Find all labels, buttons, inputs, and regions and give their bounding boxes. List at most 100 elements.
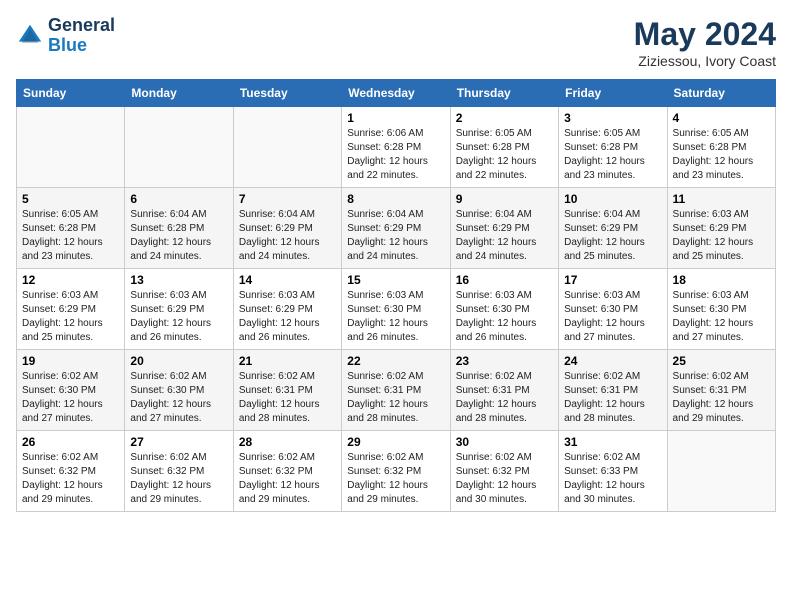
calendar-cell: 5 Sunrise: 6:05 AM Sunset: 6:28 PM Daylig… [17, 188, 125, 269]
day-info: Sunrise: 6:02 AM Sunset: 6:31 PM Dayligh… [564, 370, 661, 426]
day-number: 11 [673, 192, 770, 206]
calendar-cell: 17Sunrise: 6:03 AM Sunset: 6:30 PM Dayli… [559, 269, 667, 350]
calendar-body: 1 Sunrise: 6:06 AM Sunset: 6:28 PM Daylig… [17, 107, 776, 512]
weekday-monday: Monday [125, 80, 233, 107]
day-info: Sunrise: 6:04 AM Sunset: 6:29 PM Dayligh… [239, 208, 336, 264]
day-number: 1 [347, 111, 444, 125]
calendar-week-3: 12 Sunrise: 6:03 AM Sunset: 6:29 PM Dayli… [17, 269, 776, 350]
logo-icon [16, 22, 44, 50]
day-number: 16 [456, 273, 553, 287]
calendar-week-5: 26Sunrise: 6:02 AM Sunset: 6:32 PM Dayli… [17, 431, 776, 512]
day-info: Sunrise: 6:04 AM Sunset: 6:29 PM Dayligh… [456, 208, 553, 264]
day-info: Sunrise: 6:03 AM Sunset: 6:29 PM Dayligh… [130, 289, 227, 345]
calendar-cell: 19 Sunrise: 6:02 AM Sunset: 6:30 PM Dayli… [17, 350, 125, 431]
calendar-cell: 1 Sunrise: 6:06 AM Sunset: 6:28 PM Daylig… [342, 107, 450, 188]
calendar-cell: 26Sunrise: 6:02 AM Sunset: 6:32 PM Dayli… [17, 431, 125, 512]
calendar-cell: 11 Sunrise: 6:03 AM Sunset: 6:29 PM Dayli… [667, 188, 775, 269]
day-number: 28 [239, 435, 336, 449]
day-info: Sunrise: 6:03 AM Sunset: 6:30 PM Dayligh… [564, 289, 661, 345]
day-number: 13 [130, 273, 227, 287]
day-info: Sunrise: 6:02 AM Sunset: 6:31 PM Dayligh… [239, 370, 336, 426]
calendar-cell [17, 107, 125, 188]
calendar-week-1: 1 Sunrise: 6:06 AM Sunset: 6:28 PM Daylig… [17, 107, 776, 188]
day-info: Sunrise: 6:03 AM Sunset: 6:29 PM Dayligh… [673, 208, 770, 264]
calendar-cell: 12 Sunrise: 6:03 AM Sunset: 6:29 PM Dayli… [17, 269, 125, 350]
weekday-thursday: Thursday [450, 80, 558, 107]
weekday-tuesday: Tuesday [233, 80, 341, 107]
calendar-table: SundayMondayTuesdayWednesdayThursdayFrid… [16, 79, 776, 512]
calendar-cell: 16 Sunrise: 6:03 AM Sunset: 6:30 PM Dayli… [450, 269, 558, 350]
calendar-cell: 2 Sunrise: 6:05 AM Sunset: 6:28 PM Daylig… [450, 107, 558, 188]
calendar-cell: 15Sunrise: 6:03 AM Sunset: 6:30 PM Dayli… [342, 269, 450, 350]
day-info: Sunrise: 6:03 AM Sunset: 6:30 PM Dayligh… [456, 289, 553, 345]
day-number: 8 [347, 192, 444, 206]
day-number: 19 [22, 354, 119, 368]
day-number: 7 [239, 192, 336, 206]
day-info: Sunrise: 6:06 AM Sunset: 6:28 PM Dayligh… [347, 127, 444, 183]
day-number: 18 [673, 273, 770, 287]
day-number: 31 [564, 435, 661, 449]
calendar-cell: 24 Sunrise: 6:02 AM Sunset: 6:31 PM Dayli… [559, 350, 667, 431]
calendar-cell [667, 431, 775, 512]
day-number: 27 [130, 435, 227, 449]
day-info: Sunrise: 6:02 AM Sunset: 6:32 PM Dayligh… [239, 451, 336, 507]
day-info: Sunrise: 6:02 AM Sunset: 6:30 PM Dayligh… [22, 370, 119, 426]
calendar-cell [125, 107, 233, 188]
calendar-cell: 25 Sunrise: 6:02 AM Sunset: 6:31 PM Dayli… [667, 350, 775, 431]
day-info: Sunrise: 6:03 AM Sunset: 6:29 PM Dayligh… [22, 289, 119, 345]
calendar-cell: 9 Sunrise: 6:04 AM Sunset: 6:29 PM Daylig… [450, 188, 558, 269]
calendar-cell: 7 Sunrise: 6:04 AM Sunset: 6:29 PM Daylig… [233, 188, 341, 269]
day-number: 29 [347, 435, 444, 449]
day-number: 5 [22, 192, 119, 206]
title-block: May 2024 Ziziessou, Ivory Coast [634, 16, 776, 69]
day-number: 25 [673, 354, 770, 368]
day-info: Sunrise: 6:05 AM Sunset: 6:28 PM Dayligh… [22, 208, 119, 264]
day-info: Sunrise: 6:04 AM Sunset: 6:28 PM Dayligh… [130, 208, 227, 264]
calendar-cell: 14Sunrise: 6:03 AM Sunset: 6:29 PM Dayli… [233, 269, 341, 350]
calendar-cell: 30 Sunrise: 6:02 AM Sunset: 6:32 PM Dayli… [450, 431, 558, 512]
day-number: 3 [564, 111, 661, 125]
day-info: Sunrise: 6:02 AM Sunset: 6:30 PM Dayligh… [130, 370, 227, 426]
calendar-cell [233, 107, 341, 188]
day-number: 10 [564, 192, 661, 206]
calendar-cell: 18 Sunrise: 6:03 AM Sunset: 6:30 PM Dayli… [667, 269, 775, 350]
day-number: 6 [130, 192, 227, 206]
day-info: Sunrise: 6:02 AM Sunset: 6:31 PM Dayligh… [456, 370, 553, 426]
calendar-cell: 4Sunrise: 6:05 AM Sunset: 6:28 PM Daylig… [667, 107, 775, 188]
calendar-cell: 6 Sunrise: 6:04 AM Sunset: 6:28 PM Daylig… [125, 188, 233, 269]
day-number: 22 [347, 354, 444, 368]
day-number: 21 [239, 354, 336, 368]
weekday-saturday: Saturday [667, 80, 775, 107]
day-number: 24 [564, 354, 661, 368]
calendar-cell: 23 Sunrise: 6:02 AM Sunset: 6:31 PM Dayli… [450, 350, 558, 431]
logo-text: GeneralBlue [48, 16, 115, 56]
day-number: 2 [456, 111, 553, 125]
day-info: Sunrise: 6:02 AM Sunset: 6:32 PM Dayligh… [130, 451, 227, 507]
day-info: Sunrise: 6:02 AM Sunset: 6:32 PM Dayligh… [347, 451, 444, 507]
day-info: Sunrise: 6:05 AM Sunset: 6:28 PM Dayligh… [673, 127, 770, 183]
calendar-cell: 29 Sunrise: 6:02 AM Sunset: 6:32 PM Dayli… [342, 431, 450, 512]
calendar-cell: 28 Sunrise: 6:02 AM Sunset: 6:32 PM Dayli… [233, 431, 341, 512]
calendar-cell: 21 Sunrise: 6:02 AM Sunset: 6:31 PM Dayli… [233, 350, 341, 431]
day-number: 30 [456, 435, 553, 449]
calendar-cell: 27 Sunrise: 6:02 AM Sunset: 6:32 PM Dayli… [125, 431, 233, 512]
day-info: Sunrise: 6:02 AM Sunset: 6:32 PM Dayligh… [22, 451, 119, 507]
weekday-wednesday: Wednesday [342, 80, 450, 107]
day-info: Sunrise: 6:03 AM Sunset: 6:30 PM Dayligh… [673, 289, 770, 345]
day-number: 23 [456, 354, 553, 368]
page-header: GeneralBlue May 2024 Ziziessou, Ivory Co… [16, 16, 776, 69]
calendar-cell: 3 Sunrise: 6:05 AM Sunset: 6:28 PM Daylig… [559, 107, 667, 188]
day-number: 12 [22, 273, 119, 287]
calendar-cell: 10Sunrise: 6:04 AM Sunset: 6:29 PM Dayli… [559, 188, 667, 269]
day-number: 9 [456, 192, 553, 206]
weekday-sunday: Sunday [17, 80, 125, 107]
calendar-cell: 22Sunrise: 6:02 AM Sunset: 6:31 PM Dayli… [342, 350, 450, 431]
weekday-header-row: SundayMondayTuesdayWednesdayThursdayFrid… [17, 80, 776, 107]
day-info: Sunrise: 6:02 AM Sunset: 6:31 PM Dayligh… [673, 370, 770, 426]
calendar-cell: 20Sunrise: 6:02 AM Sunset: 6:30 PM Dayli… [125, 350, 233, 431]
day-info: Sunrise: 6:02 AM Sunset: 6:32 PM Dayligh… [456, 451, 553, 507]
day-info: Sunrise: 6:05 AM Sunset: 6:28 PM Dayligh… [456, 127, 553, 183]
day-info: Sunrise: 6:05 AM Sunset: 6:28 PM Dayligh… [564, 127, 661, 183]
calendar-week-4: 19 Sunrise: 6:02 AM Sunset: 6:30 PM Dayli… [17, 350, 776, 431]
calendar-cell: 8Sunrise: 6:04 AM Sunset: 6:29 PM Daylig… [342, 188, 450, 269]
